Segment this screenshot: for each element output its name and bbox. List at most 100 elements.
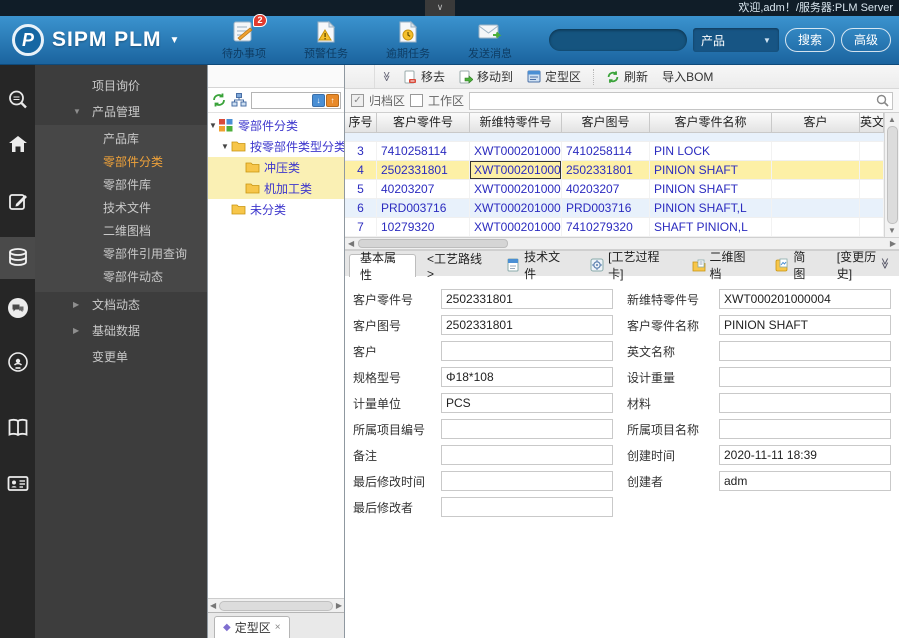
- field-spec-model[interactable]: [441, 367, 613, 387]
- sidebar-item-technical-documents[interactable]: 技术文件: [35, 197, 207, 220]
- column-header-customer-part[interactable]: 客户零件号: [377, 113, 470, 132]
- sidebar-item-product-management[interactable]: ▼ 产品管理: [35, 99, 207, 125]
- sidebar-item-project-inquiry[interactable]: 项目询价: [35, 73, 207, 99]
- home-icon[interactable]: [0, 123, 35, 165]
- field-part-name[interactable]: [719, 315, 891, 335]
- table-row[interactable]: 5 40203207 XWT000201000... 40203207 PINI…: [345, 180, 884, 199]
- sidebar-item-part-classification[interactable]: 零部件分类: [35, 151, 207, 174]
- tabs-overflow-icon[interactable]: ≫: [879, 258, 892, 270]
- field-created-time[interactable]: [719, 445, 891, 465]
- sidebar-item-base-data[interactable]: ▶ 基础数据: [35, 318, 207, 344]
- list-search-input[interactable]: [470, 93, 876, 108]
- table-row[interactable]: 6 PRD003716 XWT000201000... PRD003716 PI…: [345, 199, 884, 218]
- work-area-checkbox[interactable]: ✓: [410, 94, 424, 107]
- move-to-button[interactable]: 移动到: [452, 66, 520, 88]
- field-customer[interactable]: [441, 341, 613, 361]
- tree-filter-down-button[interactable]: ↓: [312, 93, 325, 107]
- scroll-left-icon[interactable]: ◀: [348, 239, 354, 248]
- tree-filter-up-button[interactable]: ↑: [326, 93, 339, 107]
- sidebar-item-part-activity[interactable]: 零部件动态: [35, 266, 207, 292]
- tree-node-root[interactable]: ▼ 零部件分类: [208, 115, 344, 136]
- scroll-right-icon[interactable]: ▶: [336, 601, 342, 610]
- tree-horizontal-scrollbar[interactable]: ◀ ▶: [208, 598, 344, 612]
- send-message-button[interactable]: 发送消息: [456, 20, 524, 61]
- table-vertical-scrollbar[interactable]: ▲ ▼: [884, 113, 899, 237]
- chat-icon[interactable]: [0, 287, 35, 329]
- field-project-number[interactable]: [441, 419, 613, 439]
- field-last-modified-time[interactable]: [441, 471, 613, 491]
- tab-process-card[interactable]: [工艺过程卡]: [579, 250, 680, 281]
- toolbar-collapse-icon[interactable]: ≫: [381, 66, 392, 88]
- import-bom-button[interactable]: 导入BOM: [655, 66, 720, 88]
- header-collapse-button[interactable]: ∨: [425, 0, 455, 16]
- global-search-input[interactable]: [548, 29, 687, 51]
- warning-tasks-button[interactable]: 预警任务: [292, 20, 360, 61]
- column-header-xwt-part[interactable]: 新维特零件号: [470, 113, 562, 132]
- scrollbar-thumb[interactable]: [358, 239, 509, 248]
- tree-filter-input[interactable]: [252, 93, 312, 107]
- sidebar-item-2d-drawings[interactable]: 二维图档: [35, 220, 207, 243]
- overdue-tasks-button[interactable]: 逾期任务: [374, 20, 442, 61]
- sidebar-item-product-library[interactable]: 产品库: [35, 125, 207, 151]
- sidebar-item-part-library[interactable]: 零部件库: [35, 174, 207, 197]
- field-remarks[interactable]: [441, 445, 613, 465]
- tab-process-route[interactable]: <工艺路线>: [416, 252, 496, 281]
- tree-node-by-part-type[interactable]: ▼ 按零部件类型分类: [208, 136, 344, 157]
- field-customer-drawing[interactable]: [441, 315, 613, 335]
- scroll-left-icon[interactable]: ◀: [210, 601, 216, 610]
- tree-node-machining[interactable]: 机加工类: [208, 178, 344, 199]
- contact-card-icon[interactable]: [0, 463, 35, 505]
- column-header-customer[interactable]: 客户: [772, 113, 860, 132]
- tab-2d-drawings[interactable]: 二维图档: [681, 250, 765, 281]
- sidebar-item-change-order[interactable]: 变更单: [35, 344, 207, 370]
- scroll-right-icon[interactable]: ▶: [890, 239, 896, 248]
- field-last-modifier[interactable]: [441, 497, 613, 517]
- column-header-en-name[interactable]: 英文名称: [860, 113, 884, 132]
- remove-button[interactable]: 移去: [397, 66, 452, 88]
- brand-menu[interactable]: P SIPM PLM ▼: [0, 24, 200, 56]
- field-creator[interactable]: [719, 471, 891, 491]
- book-icon[interactable]: [0, 407, 35, 449]
- field-unit[interactable]: [441, 393, 613, 413]
- field-customer-part[interactable]: [441, 289, 613, 309]
- focused-cell[interactable]: XWT000201000...: [470, 161, 562, 179]
- search-category-select[interactable]: 产品 ▼: [692, 28, 779, 52]
- table-row-selected[interactable]: 4 2502331801 XWT000201000... 2502331801 …: [345, 161, 884, 180]
- column-header-seq[interactable]: 序号: [345, 113, 377, 132]
- field-xwt-part[interactable]: [719, 289, 891, 309]
- tab-finalized-area[interactable]: ◆ 定型区 ×: [214, 616, 290, 638]
- column-header-part-name[interactable]: 客户零件名称: [650, 113, 772, 132]
- tree-hierarchy-icon[interactable]: [231, 92, 247, 108]
- scrollbar-thumb[interactable]: [219, 600, 333, 611]
- table-row[interactable]: 2 7410427780 XWT000201000... 7410427780 …: [345, 133, 884, 142]
- field-en-name[interactable]: [719, 341, 891, 361]
- scrollbar-thumb[interactable]: [886, 126, 898, 224]
- scroll-down-icon[interactable]: ▼: [888, 226, 896, 235]
- refresh-button[interactable]: 刷新: [599, 66, 655, 88]
- column-header-customer-drawing[interactable]: 客户图号: [562, 113, 650, 132]
- scroll-up-icon[interactable]: ▲: [888, 115, 896, 124]
- tree-refresh-icon[interactable]: [211, 92, 227, 108]
- archive-area-checkbox[interactable]: ✓: [351, 94, 364, 107]
- sipm-search-icon[interactable]: [0, 79, 35, 121]
- field-project-name[interactable]: [719, 419, 891, 439]
- field-material[interactable]: [719, 393, 891, 413]
- table-row[interactable]: 3 7410258114 XWT000201000... 7410258114 …: [345, 142, 884, 161]
- todo-items-button[interactable]: 2 待办事项: [210, 13, 278, 61]
- sidebar-item-document-activity[interactable]: ▶ 文档动态: [35, 292, 207, 318]
- broadcast-icon[interactable]: [0, 341, 35, 383]
- search-button[interactable]: 搜索: [784, 28, 835, 52]
- finalized-area-button[interactable]: 定型区: [520, 66, 588, 88]
- table-row[interactable]: 7 10279320 XWT000201000... 7410279320 SH…: [345, 218, 884, 237]
- close-icon[interactable]: ×: [275, 622, 281, 633]
- tab-basic-properties[interactable]: 基本属性: [349, 251, 417, 282]
- field-design-weight[interactable]: [719, 367, 891, 387]
- sidebar-item-part-reference-query[interactable]: 零部件引用查询: [35, 243, 207, 266]
- tab-technical-documents[interactable]: 技术文件: [496, 250, 579, 281]
- tab-sketch[interactable]: 简图: [764, 250, 825, 281]
- edit-icon[interactable]: [0, 181, 35, 223]
- tree-node-unclassified[interactable]: 未分类: [208, 199, 344, 220]
- tree-node-stamping[interactable]: 冲压类: [208, 157, 344, 178]
- advanced-search-button[interactable]: 高级: [840, 28, 891, 52]
- database-icon[interactable]: [0, 237, 35, 279]
